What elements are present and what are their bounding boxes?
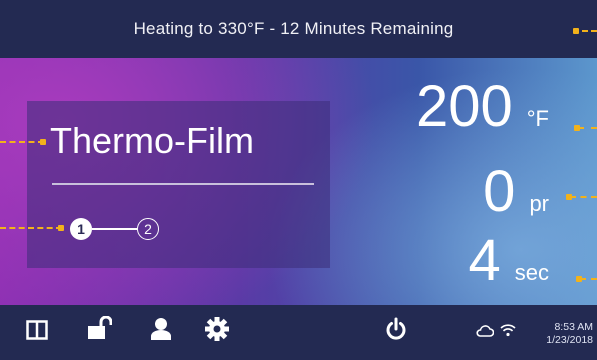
wifi-icon[interactable]	[500, 323, 516, 342]
cloud-icon[interactable]	[476, 324, 495, 343]
heating-status-text: Heating to 330°F - 12 Minutes Remaining	[133, 19, 454, 38]
step-connector	[92, 228, 137, 230]
callout-leader-film	[0, 141, 44, 143]
temperature-readout[interactable]: 200 °F	[416, 78, 549, 136]
step-2-indicator[interactable]: 2	[137, 218, 159, 240]
clock-time: 8:53 AM	[554, 321, 593, 333]
unlock-icon[interactable]	[86, 315, 113, 345]
clock: 8:53 AM 1/23/2018	[546, 321, 593, 347]
callout-dot-time	[576, 276, 582, 282]
user-icon[interactable]	[150, 317, 172, 346]
callout-leader-temperature	[578, 127, 597, 129]
layout-icon[interactable]	[26, 320, 48, 345]
temperature-unit: °F	[526, 106, 549, 131]
film-divider	[52, 183, 314, 185]
pressure-value: 0	[483, 159, 516, 224]
callout-leader-pressure	[570, 196, 597, 198]
callout-leader-steps	[0, 227, 62, 229]
bottom-nav-bar: 8:53 AM 1/23/2018	[0, 305, 597, 360]
callout-leader-time	[580, 278, 597, 280]
callout-dot-film	[40, 139, 46, 145]
callout-dot-temperature	[574, 125, 580, 131]
callout-dot-pressure	[566, 194, 572, 200]
pressure-unit: pr	[529, 191, 549, 216]
callout-dot-status	[573, 28, 579, 34]
settings-gear-icon[interactable]	[204, 316, 230, 347]
time-value: 4	[468, 228, 501, 293]
power-icon[interactable]	[384, 317, 408, 346]
touchscreen: Heating to 330°F - 12 Minutes Remaining …	[0, 0, 597, 360]
step-1-indicator[interactable]: 1	[70, 218, 92, 240]
temperature-value: 200	[415, 74, 513, 139]
clock-date: 1/23/2018	[546, 334, 593, 346]
status-bar: Heating to 330°F - 12 Minutes Remaining	[0, 0, 597, 58]
callout-dot-steps	[58, 225, 64, 231]
film-name-label[interactable]: Thermo-Film	[50, 120, 254, 162]
time-readout[interactable]: 4 sec	[468, 232, 549, 290]
pressure-readout[interactable]: 0 pr	[483, 163, 549, 221]
time-unit: sec	[514, 260, 549, 285]
